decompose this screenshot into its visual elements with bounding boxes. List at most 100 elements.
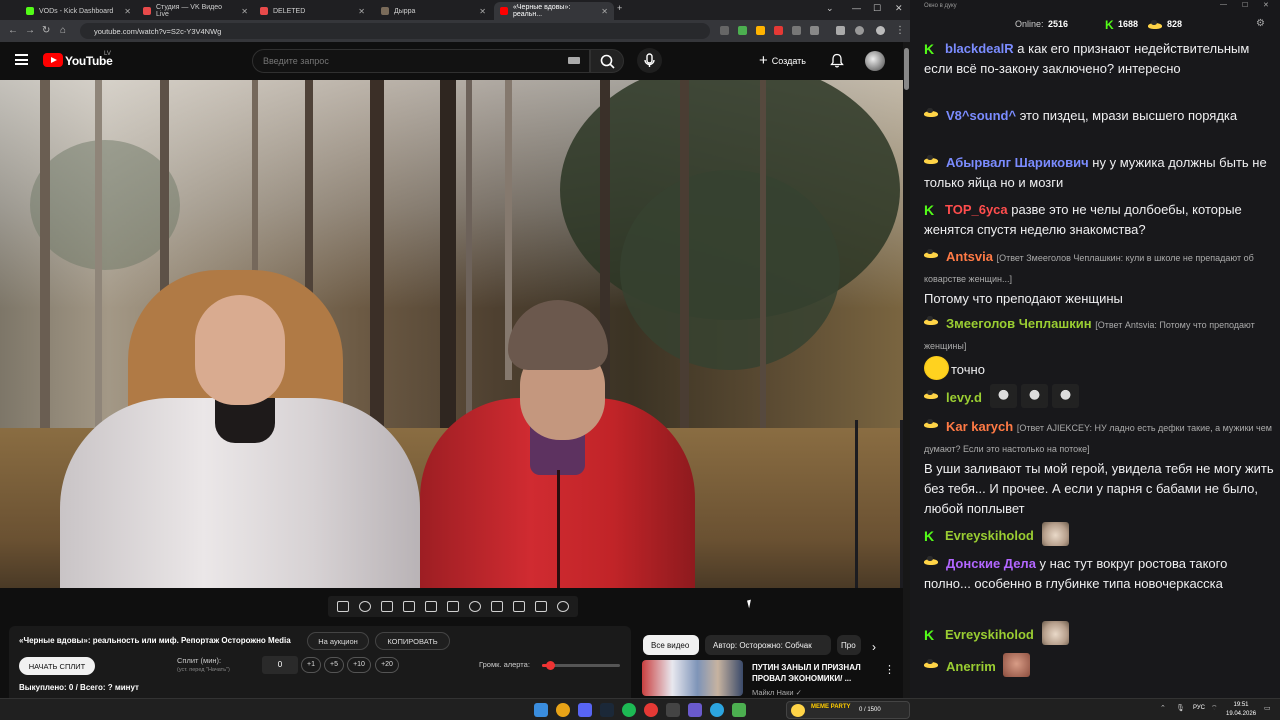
spotify-icon[interactable] — [622, 703, 636, 717]
settings-gear-icon[interactable] — [557, 601, 569, 612]
profile-avatar-icon[interactable] — [876, 26, 885, 35]
chat-username[interactable]: Antsvia — [946, 249, 993, 264]
extension-icon[interactable] — [792, 26, 801, 35]
speed-icon[interactable] — [469, 601, 481, 612]
back-icon[interactable]: ← — [8, 25, 18, 36]
chat-username[interactable]: Змееголов Чеплашкин — [946, 316, 1092, 331]
forward-icon[interactable]: → — [25, 25, 35, 36]
chat-username[interactable]: Kar karych — [946, 419, 1013, 434]
meme-party-widget[interactable]: MEME PARTY 0 / 1500 — [786, 701, 910, 719]
notifications-bell-icon[interactable] — [830, 53, 844, 68]
tab-youtube-video[interactable]: «Черные вдовы»: реальн... ✕ — [494, 2, 614, 20]
extension-icon[interactable] — [738, 26, 747, 35]
watch-later-icon[interactable] — [381, 601, 393, 612]
settings-gear-icon[interactable]: ⚙ — [1256, 18, 1265, 29]
close-icon[interactable]: ✕ — [241, 7, 248, 16]
chat-username[interactable]: Evreyskiholod — [945, 528, 1034, 543]
chip-more[interactable]: Про — [837, 635, 861, 655]
audio-icon[interactable] — [359, 601, 371, 612]
obs-icon[interactable] — [644, 703, 658, 717]
maximize-icon[interactable]: ☐ — [1242, 1, 1248, 9]
flask-icon[interactable] — [535, 601, 547, 612]
search-button[interactable] — [590, 49, 624, 73]
maximize-icon[interactable]: ☐ — [873, 3, 881, 14]
youtube-logo-icon[interactable] — [43, 53, 63, 67]
chat-username[interactable]: Anerrim — [946, 659, 996, 674]
steam-icon[interactable] — [600, 703, 614, 717]
chat-username[interactable]: Evreyskiholod — [945, 627, 1034, 642]
kebab-menu-icon[interactable]: ⋮ — [895, 25, 905, 36]
chat-username[interactable]: TOP_6yca — [945, 202, 1008, 217]
avatar[interactable] — [865, 51, 885, 71]
split-minutes-input[interactable]: 0 — [262, 656, 298, 674]
voice-search-button[interactable] — [637, 48, 662, 73]
search-input[interactable] — [252, 49, 590, 73]
close-icon[interactable]: ✕ — [601, 7, 608, 16]
minimize-icon[interactable]: — — [1220, 1, 1227, 8]
windows-start-icon[interactable] — [534, 703, 548, 717]
more-options-icon[interactable]: ⋮ — [884, 663, 895, 676]
extension-icon[interactable] — [756, 26, 765, 35]
create-button[interactable]: + Создать — [755, 50, 817, 72]
chat-username[interactable]: Донские Дела — [946, 556, 1036, 571]
close-icon[interactable]: ✕ — [358, 7, 365, 16]
app-icon[interactable] — [732, 703, 746, 717]
extension-icon[interactable] — [774, 26, 783, 35]
microphone-icon[interactable]: 🎙 — [1176, 704, 1185, 712]
chrome-icon[interactable] — [556, 703, 570, 717]
to-auction-button[interactable]: На аукцион — [307, 632, 369, 650]
alert-volume-handle[interactable] — [545, 661, 555, 670]
close-window-icon[interactable]: ✕ — [895, 3, 903, 14]
page-scrollbar[interactable] — [903, 42, 910, 698]
tab-vk-studio[interactable]: Студия — VK Видео Live ✕ — [137, 2, 254, 20]
start-split-button[interactable]: НАЧАТЬ СПЛИТ — [19, 657, 95, 675]
close-icon[interactable]: ✕ — [479, 7, 486, 16]
chevron-up-icon[interactable]: ⌃ — [1160, 704, 1166, 712]
language-indicator[interactable]: РУС — [1193, 705, 1205, 711]
expand-icon[interactable] — [491, 601, 503, 612]
chip-all-videos[interactable]: Все видео — [643, 635, 699, 655]
screenshot-icon[interactable] — [513, 601, 525, 612]
extension-icon[interactable] — [720, 26, 729, 35]
app-icon[interactable] — [666, 703, 680, 717]
notifications-icon[interactable]: ▭ — [1264, 704, 1271, 712]
scrollbar-thumb[interactable] — [904, 48, 909, 90]
close-icon[interactable]: ✕ — [124, 7, 131, 16]
chat-username[interactable]: Абырвалг Шарикович — [946, 155, 1089, 170]
minimize-icon[interactable]: — — [852, 3, 861, 13]
increment-5-button[interactable]: +5 — [324, 657, 344, 673]
picture-in-picture-icon[interactable] — [425, 601, 437, 612]
chat-username[interactable]: blackdealR — [945, 41, 1014, 56]
related-video-title[interactable]: ПУТИН ЗАНЫЛ И ПРИЗНАЛ ПРОВАЛ ЭКОНОМИКИ/ … — [752, 662, 877, 684]
increment-1-button[interactable]: +1 — [301, 657, 321, 673]
clock[interactable]: 19:51 19.04.2026 — [1226, 701, 1256, 719]
telegram-icon[interactable] — [710, 703, 724, 717]
tab-deleted[interactable]: DELETED ✕ — [254, 2, 371, 20]
home-icon[interactable]: ⌂ — [60, 25, 66, 36]
keyboard-icon[interactable] — [568, 57, 580, 64]
video-player[interactable] — [0, 80, 903, 588]
tab-dyrra[interactable]: Дырра ✕ — [375, 2, 492, 20]
related-video-channel[interactable]: Майкл Наки ✓ — [752, 688, 802, 697]
close-icon[interactable]: ✕ — [1263, 1, 1269, 9]
alert-volume-slider[interactable] — [542, 661, 620, 670]
increment-10-button[interactable]: +10 — [347, 657, 371, 673]
theater-mode-icon[interactable] — [447, 601, 459, 612]
profile-icon[interactable] — [855, 26, 864, 35]
tab-search-icon[interactable]: ⌄ — [826, 3, 834, 14]
chevron-right-icon[interactable]: › — [872, 640, 876, 654]
menu-icon[interactable] — [15, 54, 28, 65]
copy-button[interactable]: КОПИРОВАТЬ — [375, 632, 450, 650]
download-icon[interactable] — [836, 26, 845, 35]
url-input[interactable]: youtube.com/watch?v=S2c-Y3V4NWg — [80, 23, 710, 39]
network-icon[interactable]: ⌔ — [1211, 704, 1218, 713]
new-tab-icon[interactable]: + — [617, 3, 622, 13]
loop-icon[interactable] — [337, 601, 349, 612]
chat-username[interactable]: levy.d — [946, 390, 982, 405]
extensions-icon[interactable] — [810, 26, 819, 35]
clapper-icon[interactable] — [403, 601, 415, 612]
increment-20-button[interactable]: +20 — [375, 657, 399, 673]
tab-kick-dashboard[interactable]: VODs - Kick Dashboard ✕ — [20, 2, 137, 20]
chat-username[interactable]: V8^sound^ — [946, 108, 1016, 123]
discord-icon[interactable] — [578, 703, 592, 717]
